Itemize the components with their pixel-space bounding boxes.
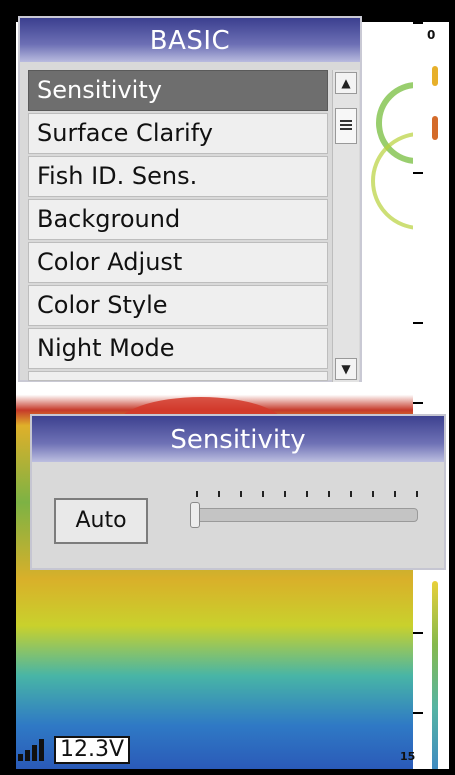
- side-echo: [432, 66, 438, 86]
- menu-scrollbar[interactable]: ▲ ▼: [332, 70, 359, 382]
- side-echo: [432, 116, 438, 140]
- dialog-title: Sensitivity: [32, 416, 444, 462]
- slider-tick: [284, 491, 286, 497]
- auto-button[interactable]: Auto: [54, 498, 148, 544]
- sensitivity-slider-track[interactable]: [192, 508, 418, 522]
- signal-bar: [25, 750, 30, 761]
- slider-tick: [262, 491, 264, 497]
- menu-item-fish-id-sens[interactable]: Fish ID. Sens.: [28, 156, 328, 197]
- slider-tick: [328, 491, 330, 497]
- depth-scale: 0: [413, 22, 449, 769]
- triangle-up-icon[interactable]: ▲: [335, 72, 357, 94]
- triangle-down-icon[interactable]: ▼: [335, 358, 357, 380]
- signal-bar: [39, 739, 44, 761]
- grip-icon: [340, 120, 352, 130]
- menu-item-background[interactable]: Background: [28, 199, 328, 240]
- slider-tick: [218, 491, 220, 497]
- slider-tick: [416, 491, 418, 497]
- depth-tick: [413, 402, 423, 404]
- depth-tick: [413, 632, 423, 634]
- status-bar: 12.3V: [18, 736, 131, 764]
- menu-item-color-style[interactable]: Color Style: [28, 285, 328, 326]
- depth-top-label: 0: [427, 28, 436, 42]
- depth-tick: [413, 712, 423, 714]
- slider-tick: [240, 491, 242, 497]
- slider-tick: [372, 491, 374, 497]
- slider-tick: [306, 491, 308, 497]
- slider-tick: [350, 491, 352, 497]
- slider-tick: [196, 491, 198, 497]
- sensitivity-dialog: Sensitivity Auto: [30, 414, 446, 570]
- menu-list: Sensitivity Surface Clarify Fish ID. Sen…: [28, 70, 328, 383]
- scroll-thumb[interactable]: [335, 108, 357, 144]
- signal-strength-icon: [18, 739, 50, 761]
- signal-bar: [32, 745, 37, 761]
- signal-bar: [18, 754, 23, 761]
- side-echo: [432, 581, 438, 769]
- slider-tick: [394, 491, 396, 497]
- menu-item-color-adjust[interactable]: Color Adjust: [28, 242, 328, 283]
- menu-item-surface-clarify[interactable]: Surface Clarify: [28, 113, 328, 154]
- slider-ticks: [196, 491, 418, 499]
- sensitivity-slider-knob[interactable]: [190, 502, 200, 528]
- depth-tick: [413, 322, 423, 324]
- depth-bottom-label: 15: [400, 750, 416, 763]
- menu-item-partial[interactable]: [28, 371, 328, 381]
- menu-item-night-mode[interactable]: Night Mode: [28, 328, 328, 369]
- menu-title: BASIC: [20, 18, 360, 62]
- depth-tick: [413, 22, 423, 24]
- voltage-readout: 12.3V: [54, 736, 131, 764]
- menu-item-sensitivity[interactable]: Sensitivity: [28, 70, 328, 111]
- basic-menu: BASIC Sensitivity Surface Clarify Fish I…: [18, 16, 362, 382]
- depth-tick: [413, 172, 423, 174]
